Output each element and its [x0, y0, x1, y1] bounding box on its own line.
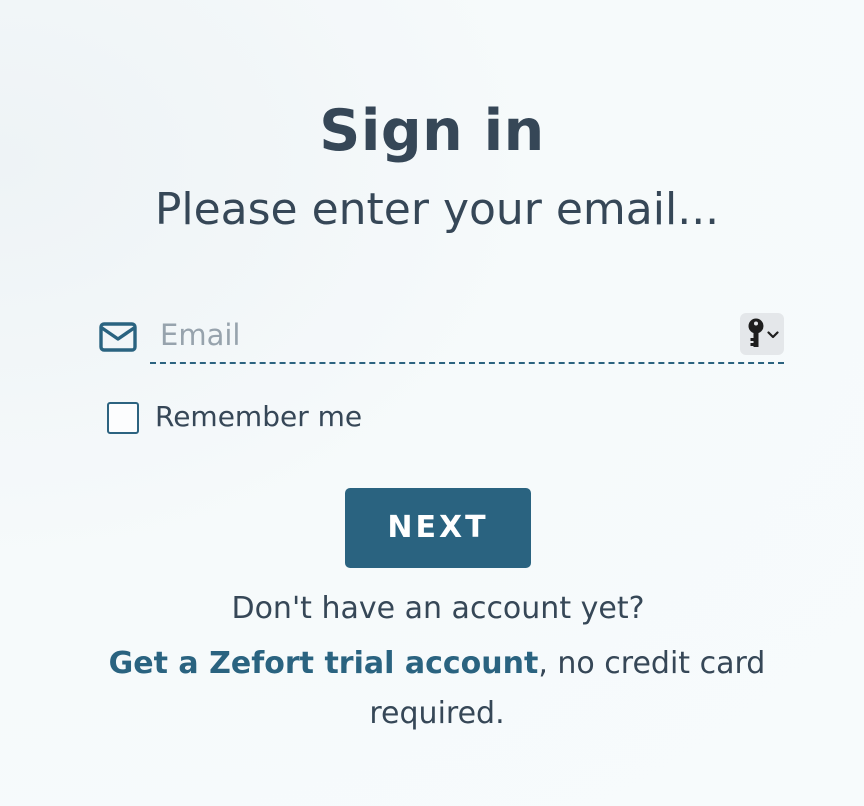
trial-text: Get a Zefort trial account, no credit ca… — [100, 639, 774, 739]
sign-in-page: Sign in Please enter your email... Remem… — [0, 0, 864, 806]
remember-me-label[interactable]: Remember me — [155, 400, 362, 434]
page-subtitle: Please enter your email... — [154, 184, 720, 235]
password-manager-button[interactable] — [740, 313, 784, 355]
chevron-down-icon — [767, 331, 779, 339]
trial-account-link[interactable]: Get a Zefort trial account — [109, 646, 539, 681]
page-title: Sign in — [319, 98, 545, 164]
envelope-icon — [99, 322, 137, 352]
remember-me-checkbox[interactable] — [107, 402, 139, 434]
email-field — [150, 310, 784, 364]
next-button[interactable]: NEXT — [345, 488, 531, 568]
email-input[interactable] — [150, 310, 730, 360]
key-icon — [748, 318, 764, 347]
no-account-text: Don't have an account yet? — [231, 591, 645, 626]
